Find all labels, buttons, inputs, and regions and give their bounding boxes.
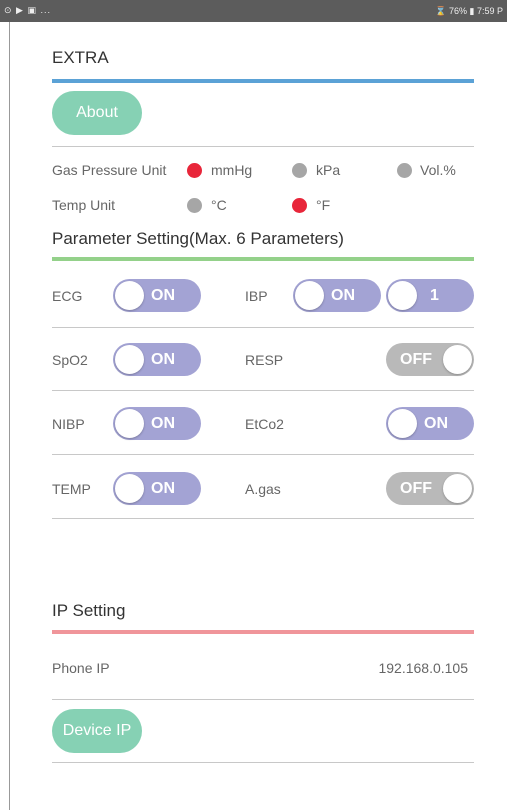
toggle-state: ON xyxy=(151,480,175,497)
ibp-label: IBP xyxy=(245,288,268,304)
ibp-toggle[interactable]: ON xyxy=(293,279,381,312)
ip-section-rule xyxy=(52,630,474,634)
toggle-state: ON xyxy=(151,287,175,304)
toggle-knob xyxy=(388,281,417,310)
toggle-state: ON xyxy=(151,351,175,368)
spo2-toggle[interactable]: ON xyxy=(113,343,201,376)
agas-label: A.gas xyxy=(245,481,281,497)
parameter-section-title: Parameter Setting(Max. 6 Parameters) xyxy=(52,229,344,248)
radio-fahrenheit[interactable] xyxy=(292,198,307,213)
divider xyxy=(52,327,474,328)
divider xyxy=(52,762,474,763)
spo2-label: SpO2 xyxy=(52,352,88,368)
divider xyxy=(52,454,474,455)
toggle-knob xyxy=(115,409,144,438)
extra-section-title: EXTRA xyxy=(52,48,109,67)
toggle-knob xyxy=(443,474,472,503)
divider xyxy=(52,390,474,391)
parameter-section-rule xyxy=(52,257,474,261)
toggle-state: ON xyxy=(151,415,175,432)
radio-mmhg[interactable] xyxy=(187,163,202,178)
etco2-toggle[interactable]: ON xyxy=(386,407,474,440)
radio-celsius-label: °C xyxy=(211,197,227,213)
ecg-label: ECG xyxy=(52,288,83,304)
divider xyxy=(52,699,474,700)
nibp-toggle[interactable]: ON xyxy=(113,407,201,440)
radio-kpa-label: kPa xyxy=(316,162,341,178)
nibp-label: NIBP xyxy=(52,416,85,432)
status-icons-left: ⊙ ▶ ▣ ... xyxy=(4,5,51,15)
toggle-knob xyxy=(115,345,144,374)
radio-vol-percent[interactable] xyxy=(397,163,412,178)
toggle-knob xyxy=(443,345,472,374)
phone-ip-label: Phone IP xyxy=(52,660,110,676)
ibp-channel-value: 1 xyxy=(430,287,439,304)
etco2-label: EtCo2 xyxy=(245,416,284,432)
radio-mmhg-label: mmHg xyxy=(211,162,253,178)
temp-toggle[interactable]: ON xyxy=(113,472,201,505)
window-edge xyxy=(9,22,10,810)
radio-fahrenheit-label: °F xyxy=(316,197,331,213)
temp-label: TEMP xyxy=(52,481,91,497)
phone-ip-value: 192.168.0.105 xyxy=(378,660,468,676)
ibp-channel-toggle[interactable]: 1 xyxy=(386,279,474,312)
ip-section-title: IP Setting xyxy=(52,601,126,620)
toggle-state: ON xyxy=(424,415,448,432)
toggle-state: ON xyxy=(331,287,355,304)
ecg-toggle[interactable]: ON xyxy=(113,279,201,312)
toggle-state: OFF xyxy=(400,351,432,368)
toggle-knob xyxy=(388,409,417,438)
radio-kpa[interactable] xyxy=(292,163,307,178)
radio-celsius[interactable] xyxy=(187,198,202,213)
divider xyxy=(52,518,474,519)
gas-pressure-unit-label: Gas Pressure Unit xyxy=(52,162,167,178)
settings-panel: EXTRA About Gas Pressure Unit mmHg kPa V… xyxy=(52,0,474,810)
toggle-knob xyxy=(115,281,144,310)
divider xyxy=(52,146,474,147)
radio-vol-percent-label: Vol.% xyxy=(420,162,456,178)
toggle-knob xyxy=(295,281,324,310)
temp-unit-label: Temp Unit xyxy=(52,197,116,213)
resp-toggle[interactable]: OFF xyxy=(386,343,474,376)
agas-toggle[interactable]: OFF xyxy=(386,472,474,505)
toggle-state: OFF xyxy=(400,480,432,497)
device-ip-button[interactable]: Device IP xyxy=(52,709,142,753)
about-button[interactable]: About xyxy=(52,91,142,135)
extra-section-rule xyxy=(52,79,474,83)
toggle-knob xyxy=(115,474,144,503)
resp-label: RESP xyxy=(245,352,284,368)
